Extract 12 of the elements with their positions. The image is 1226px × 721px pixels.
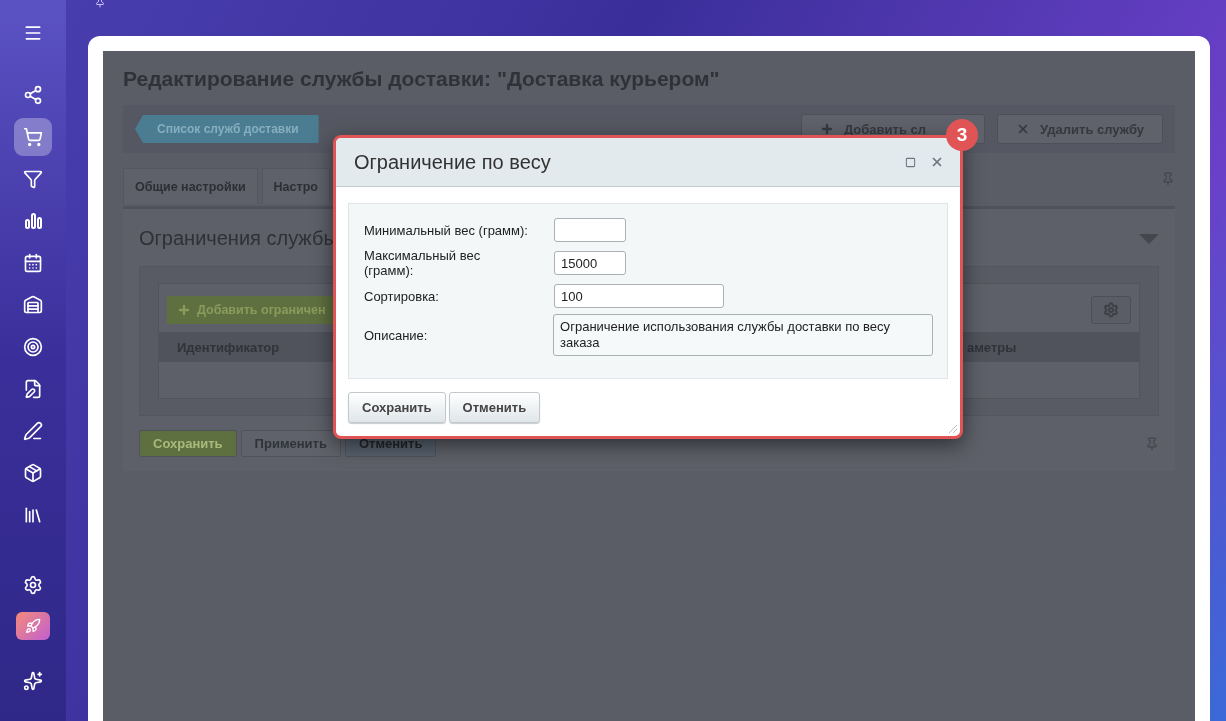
input-field[interactable]: 15000 bbox=[554, 251, 626, 275]
cancel-button[interactable]: Отменить bbox=[448, 392, 541, 423]
save-button[interactable]: Сохранить bbox=[139, 430, 237, 457]
input-field[interactable]: 100 bbox=[554, 284, 724, 308]
field-label: Описание: bbox=[364, 327, 429, 343]
dialog-title: Ограничение по весу bbox=[354, 150, 552, 174]
field-label: Сортировка: bbox=[364, 288, 440, 304]
save-button[interactable]: Сохранить bbox=[348, 392, 446, 423]
field-label: Минимальный вес (грамм): bbox=[364, 222, 529, 238]
back-button[interactable]: Список служб доставки bbox=[135, 115, 319, 143]
description-field[interactable]: Ограничение использования службы доставки по весу заказа bbox=[553, 314, 933, 356]
field-label: Максимальный вес (грамм): bbox=[364, 248, 482, 278]
